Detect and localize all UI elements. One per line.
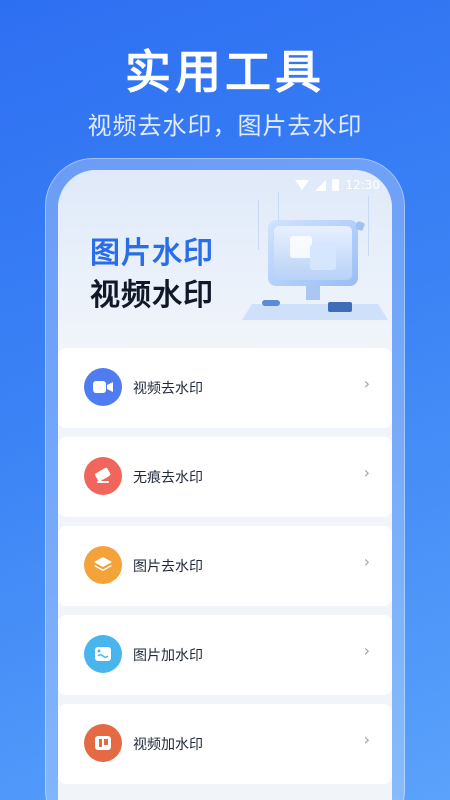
stamp-icon: [84, 724, 122, 762]
promo-title: 实用工具: [125, 45, 325, 99]
signal-icon: [315, 179, 327, 191]
chevron-right-icon: ›: [363, 552, 370, 571]
hero-banner[interactable]: 12:30 图片水印 视频水印: [58, 170, 392, 348]
battery-icon: [332, 179, 340, 191]
tool-item-video-add-watermark[interactable]: 视频加水印 ›: [58, 704, 392, 784]
tool-item-image-add-watermark[interactable]: 图片加水印 ›: [58, 615, 392, 695]
chevron-right-icon: ›: [363, 463, 370, 482]
computer-illustration: [242, 192, 388, 320]
tool-label: 图片去水印: [133, 559, 203, 575]
layers-icon: [84, 546, 122, 584]
image-icon: [84, 635, 122, 673]
tool-item-traceless-remove-watermark[interactable]: 无痕去水印 ›: [58, 437, 392, 517]
chevron-right-icon: ›: [363, 641, 370, 660]
status-time: 12:30: [345, 178, 380, 192]
tool-label: 图片加水印: [133, 648, 203, 664]
eraser-icon: [84, 457, 122, 495]
tool-label: 无痕去水印: [133, 470, 203, 486]
video-camera-icon: [84, 368, 122, 406]
banner-title-line1: 图片水印: [90, 236, 214, 271]
tool-label: 视频加水印: [133, 737, 203, 753]
wifi-icon: [295, 180, 310, 190]
tool-item-image-remove-watermark[interactable]: 图片去水印 ›: [58, 526, 392, 606]
tool-item-video-remove-watermark[interactable]: 视频去水印 ›: [58, 348, 392, 428]
app-screen: 12:30 图片水印 视频水印 视频去水印 › 无痕去水印 › 图片去水印 › …: [58, 170, 392, 800]
tool-label: 视频去水印: [133, 381, 203, 397]
banner-title-line2: 视频水印: [90, 278, 214, 313]
promo-subtitle: 视频去水印，图片去水印: [87, 112, 363, 140]
chevron-right-icon: ›: [363, 730, 370, 749]
chevron-right-icon: ›: [363, 374, 370, 393]
